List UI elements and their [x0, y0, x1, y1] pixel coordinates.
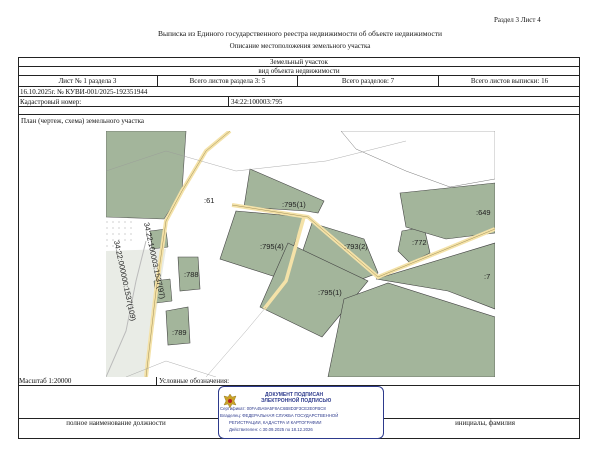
cadastral-row: Кадастровый номер: 34:22:100003:795 [18, 97, 580, 107]
label-795-4: :795(4) [260, 242, 284, 251]
doc-number: 16.10.2025г. № КУВИ-001/2025-192351944 [20, 87, 148, 96]
doc-number-row: 16.10.2025г. № КУВИ-001/2025-192351944 [18, 87, 580, 97]
position-label: полное наименование должности [66, 419, 166, 427]
cadastral-label: Кадастровый номер: [18, 97, 229, 106]
spacer-row [18, 107, 580, 115]
object-type-row: Земельный участок [18, 57, 580, 67]
plan-label: План (чертеж, схема) земельного участка [21, 117, 145, 125]
sheets-in-section: Всего листов раздела 3: 5 [158, 76, 298, 86]
label-right: :7 [484, 272, 490, 281]
cadastral-value: 34:22:100003:795 [231, 97, 283, 106]
object-kind-label: вид объекта недвижимости [258, 67, 340, 75]
object-kind-row: вид объекта недвижимости [18, 67, 580, 76]
map-svg: :61 :795(1) :795(4) :793(2) :772 :649 :7… [106, 131, 495, 377]
label-649: :649 [476, 208, 491, 217]
label-788: :788 [184, 270, 199, 279]
sheet-info-row: Лист № 1 раздела 3 Всего листов раздела … [18, 76, 580, 87]
label-795-1: :795(1) [318, 288, 342, 297]
cadastral-map: :61 :795(1) :795(4) :793(2) :772 :649 :7… [106, 131, 495, 377]
document-subtitle: Описание местоположения земельного участ… [229, 42, 371, 50]
label-772: :772 [412, 238, 427, 247]
label-61: :61 [204, 196, 214, 205]
sheet-number: Лист № 1 раздела 3 [18, 76, 158, 86]
sheets-total: Всего листов выписки: 16 [470, 77, 549, 85]
sig-line4: Владелец: ФЕДЕРАЛЬНАЯ СЛУЖБА ГОСУДАРСТВЕ… [220, 413, 339, 418]
label-793-2: :793(2) [344, 242, 368, 251]
label-789: :789 [172, 328, 187, 337]
sig-line3: Сертификат: 00FA45A9A5F8AC6B8D3F3CE2E0FB… [220, 406, 326, 411]
sections-total: Всего разделов: 7 [298, 76, 439, 86]
scale-row: Масштаб 1:20000 Условные обозначения: [18, 377, 580, 386]
sig-line6: Действителен: с 30.09.2025 по 18.12.2026 [229, 427, 313, 432]
document-title: Выписка из Единого государственного реес… [157, 29, 443, 38]
sig-line2: ЭЛЕКТРОННОЙ ПОДПИСЬЮ [261, 398, 332, 404]
scale-label: Масштаб 1:20000 [18, 377, 157, 385]
electronic-signature-stamp: ДОКУМЕНТ ПОДПИСАН ЭЛЕКТРОННОЙ ПОДПИСЬЮ С… [218, 386, 384, 439]
legend-label: Условные обозначения: [159, 377, 230, 385]
sig-line5: РЕГИСТРАЦИИ, КАДАСТРА И КАРТОГРАФИИ [229, 420, 322, 425]
parcel-789 [165, 306, 191, 346]
section-sheet-label: Раздел 3 Лист 4 [494, 16, 541, 24]
object-type: Земельный участок [270, 57, 328, 66]
initials-label: инициалы, фамилия [455, 419, 515, 427]
label-795-1-top: :795(1) [282, 200, 306, 209]
